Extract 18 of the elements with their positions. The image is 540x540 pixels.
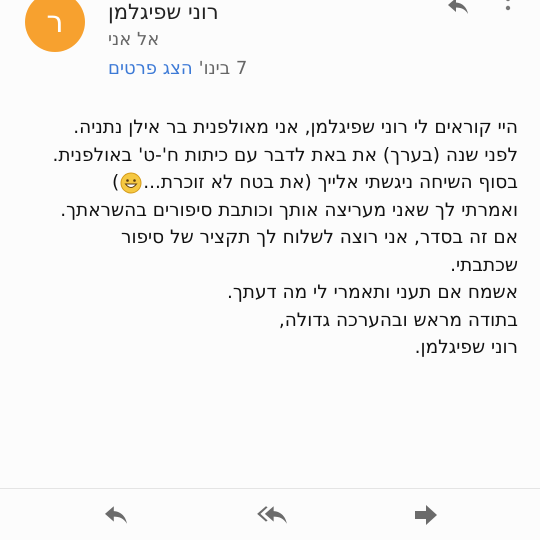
message-text: ואמרתי לך שאני מעריצה אותך וכותבת סיפורים בהשראתך. xyxy=(60,198,518,222)
forward-icon[interactable] xyxy=(414,504,438,526)
avatar: ר xyxy=(25,0,85,52)
message-text: בתודה מראש ובהערכה גדולה, xyxy=(278,308,518,332)
message-text: לפני שנה (בערך) את באת לדבר עם כיתות ח'-ט' באולפנית. xyxy=(52,144,518,168)
recipient: אל אני xyxy=(108,28,160,52)
more-icon[interactable] xyxy=(505,0,511,12)
message-text: ) xyxy=(112,171,120,195)
reply-icon[interactable] xyxy=(102,504,130,526)
show-details-link[interactable]: הצג פרטים xyxy=(108,56,193,82)
sender-name: רוני שפיגלמן xyxy=(108,0,219,24)
message-text: רוני שפיגלמן. xyxy=(414,336,518,360)
message-text: שכתבתי. xyxy=(450,254,518,278)
message-text: היי קוראים לי רוני שפיגלמן, אני מאולפנית בר אילן נתניה. xyxy=(73,116,518,140)
message-text: אשמח אם תעני ותאמרי לי מה דעתך. xyxy=(226,281,518,305)
message-text: אם זה בסדר, אני רוצה לשלוח לך תקציר של סיפור xyxy=(121,226,518,250)
message-text: בסוף השיחה ניגשתי אלייך (את בטח לא זוכרת... xyxy=(143,171,518,195)
date: 7 בינו' xyxy=(198,57,248,81)
